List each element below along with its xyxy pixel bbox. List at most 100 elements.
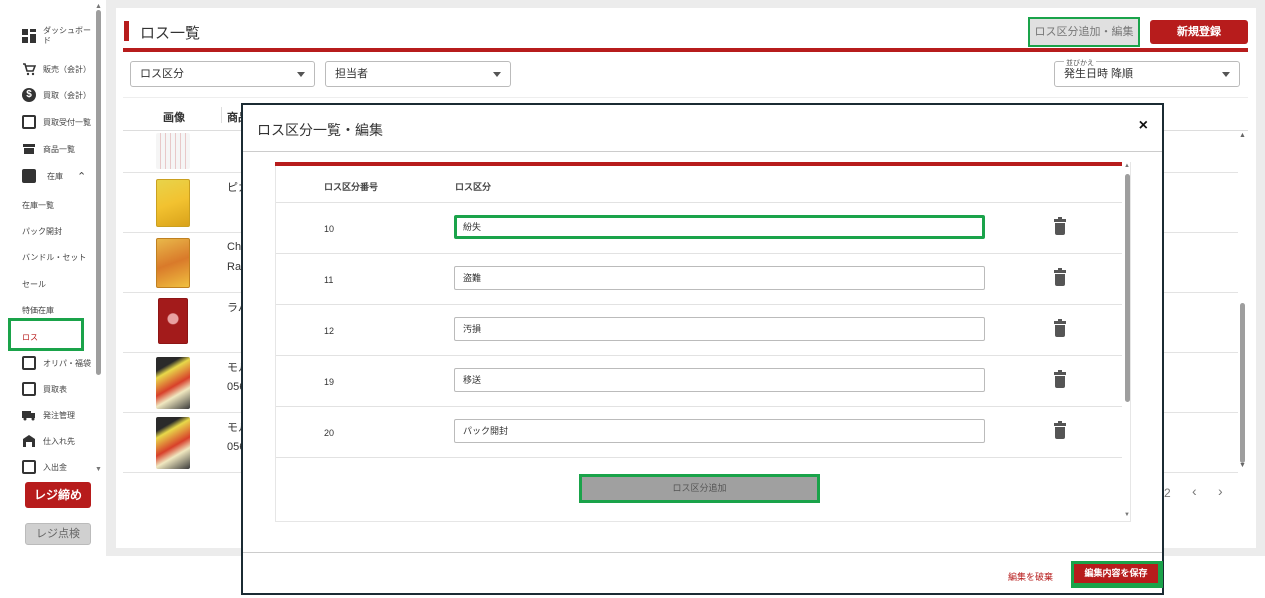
product-image bbox=[156, 357, 190, 409]
category-number: 12 bbox=[324, 326, 335, 336]
scroll-up-icon[interactable]: ▲ bbox=[1239, 132, 1246, 139]
save-button-label: 編集内容を保存 bbox=[1074, 564, 1158, 583]
col-category-number: ロス区分番号 bbox=[324, 182, 379, 192]
sidebar-item-purchase-reception[interactable]: 買取受付一覧 bbox=[22, 115, 91, 129]
loss-highlight bbox=[8, 318, 84, 351]
app-root: ダッシュボード 販売（会計） $ 買取（会計） 買取受付一覧 商品一覧 在庫 ⌃ bbox=[0, 0, 1265, 598]
sidebar-item-inventory[interactable]: 在庫 ⌃ bbox=[22, 169, 86, 183]
col-divider bbox=[221, 107, 222, 123]
sidebar-item-label: オリパ・福袋 bbox=[43, 358, 91, 368]
category-edit-button[interactable]: ロス区分追加・編集 bbox=[1030, 19, 1138, 45]
product-image bbox=[156, 133, 190, 169]
sidebar-item-pack-open[interactable]: パック開封 bbox=[22, 226, 62, 237]
trash-icon[interactable] bbox=[1054, 217, 1066, 235]
sidebar-item-label: 販売（会計） bbox=[43, 64, 91, 74]
sidebar-item-label: 入出金 bbox=[43, 462, 67, 472]
scroll-up-icon[interactable]: ▲ bbox=[1124, 163, 1130, 169]
warehouse-icon bbox=[22, 434, 36, 448]
trash-icon[interactable] bbox=[1054, 421, 1066, 439]
product-image bbox=[156, 238, 190, 288]
staff-select-value: 担当者 bbox=[335, 68, 368, 80]
sidebar-item-bundle[interactable]: バンドル・セット bbox=[22, 252, 86, 263]
category-number: 19 bbox=[324, 377, 335, 387]
sidebar-item-label: 在庫一覧 bbox=[22, 201, 54, 210]
scroll-down-icon[interactable]: ▼ bbox=[95, 466, 102, 473]
page-number[interactable]: 2 bbox=[1164, 486, 1171, 500]
sidebar-item-label: 仕入れ先 bbox=[43, 436, 75, 446]
category-name-input[interactable]: 汚損 bbox=[454, 317, 985, 341]
category-name-input[interactable]: 移送 bbox=[454, 368, 985, 392]
list-icon bbox=[22, 382, 36, 396]
col-category-name: ロス区分 bbox=[455, 182, 492, 192]
category-name-input[interactable]: 紛失 bbox=[454, 215, 985, 239]
discard-button[interactable]: 編集を破棄 bbox=[1008, 570, 1053, 583]
sort-select-value: 発生日時 降順 bbox=[1064, 68, 1134, 80]
category-table-rule bbox=[275, 162, 1122, 166]
sidebar-item-purchase-table[interactable]: 買取表 bbox=[22, 382, 67, 396]
save-button[interactable]: 編集内容を保存 bbox=[1071, 561, 1163, 588]
col-image: 画像 bbox=[163, 112, 185, 124]
sidebar-item-sale[interactable]: セール bbox=[22, 279, 46, 290]
category-name-input[interactable]: パック開封 bbox=[454, 419, 985, 443]
sidebar-item-special-stock[interactable]: 特価在庫 bbox=[22, 305, 54, 316]
new-register-button[interactable]: 新規登録 bbox=[1150, 20, 1248, 44]
product-image bbox=[158, 298, 188, 344]
category-select-value: ロス区分 bbox=[140, 68, 184, 80]
sidebar-item-suppliers[interactable]: 仕入れ先 bbox=[22, 434, 75, 448]
scroll-thumb[interactable] bbox=[1125, 174, 1130, 402]
trash-icon[interactable] bbox=[1054, 370, 1066, 388]
sidebar-item-label: 買取表 bbox=[43, 384, 67, 394]
close-icon[interactable]: × bbox=[1139, 117, 1148, 135]
sidebar-scrollbar[interactable] bbox=[96, 10, 101, 375]
product-image bbox=[156, 179, 190, 227]
next-page-icon[interactable]: › bbox=[1218, 483, 1223, 499]
category-scrollbar[interactable]: ▲ ▼ bbox=[1123, 162, 1131, 522]
header-rule bbox=[123, 48, 1248, 52]
chevron-up-icon[interactable]: ⌃ bbox=[77, 170, 86, 183]
sidebar-item-cash[interactable]: 入出金 bbox=[22, 460, 67, 474]
sidebar-item-orders[interactable]: 発注管理 bbox=[22, 408, 75, 422]
staff-select[interactable]: 担当者 bbox=[325, 61, 511, 87]
sidebar: ダッシュボード 販売（会計） $ 買取（会計） 買取受付一覧 商品一覧 在庫 ⌃ bbox=[0, 0, 106, 598]
add-category-button[interactable]: ロス区分追加 bbox=[579, 474, 820, 503]
register-check-button[interactable]: レジ点検 bbox=[25, 523, 91, 545]
sidebar-item-label: バンドル・セット bbox=[22, 253, 87, 262]
trash-icon[interactable] bbox=[1054, 319, 1066, 337]
modal-title: ロス区分一覧・編集 bbox=[257, 122, 383, 138]
scroll-down-icon[interactable]: ▼ bbox=[1124, 512, 1130, 518]
category-row: 11 盗難 bbox=[276, 254, 1122, 305]
modal-footer-divider bbox=[243, 552, 1162, 553]
scroll-thumb[interactable] bbox=[1240, 303, 1245, 463]
sidebar-item-label: ダッシュボード bbox=[43, 26, 91, 45]
scroll-down-icon[interactable]: ▼ bbox=[1239, 462, 1246, 469]
dollar-icon: $ bbox=[22, 88, 36, 102]
category-name-input[interactable]: 盗難 bbox=[454, 266, 985, 290]
sidebar-item-inventory-list[interactable]: 在庫一覧 bbox=[22, 200, 54, 211]
sidebar-item-label: セール bbox=[22, 280, 46, 289]
category-select[interactable]: ロス区分 bbox=[130, 61, 315, 87]
sidebar-item-label: 商品一覧 bbox=[43, 144, 75, 154]
sidebar-item-label: 買取（会計） bbox=[43, 90, 91, 100]
prev-page-icon[interactable]: ‹ bbox=[1192, 483, 1197, 499]
sidebar-item-label: 在庫 bbox=[47, 171, 63, 181]
sidebar-item-label: 特価在庫 bbox=[22, 306, 54, 315]
sidebar-item-dashboard[interactable]: ダッシュボード bbox=[22, 26, 91, 46]
sidebar-item-sales[interactable]: 販売（会計） bbox=[22, 62, 91, 76]
gift-icon bbox=[22, 356, 36, 370]
title-accent bbox=[124, 21, 129, 41]
sidebar-item-label: 発注管理 bbox=[43, 410, 75, 420]
sidebar-item-purchase[interactable]: $ 買取（会計） bbox=[22, 88, 91, 102]
chevron-down-icon bbox=[297, 72, 305, 77]
modal-divider bbox=[243, 151, 1162, 152]
register-close-button[interactable]: レジ締め bbox=[25, 482, 91, 508]
sidebar-item-oripa[interactable]: オリパ・福袋 bbox=[22, 356, 91, 370]
scroll-up-icon[interactable]: ▲ bbox=[95, 3, 102, 10]
sidebar-item-loss[interactable]: ロス bbox=[22, 332, 38, 343]
product-image bbox=[156, 417, 190, 469]
table-scrollbar[interactable]: ▲ ▼ bbox=[1238, 130, 1246, 510]
cart-icon bbox=[22, 62, 37, 76]
category-number: 10 bbox=[324, 224, 335, 234]
sidebar-item-products[interactable]: 商品一覧 bbox=[22, 142, 75, 156]
store-icon bbox=[22, 142, 36, 156]
trash-icon[interactable] bbox=[1054, 268, 1066, 286]
